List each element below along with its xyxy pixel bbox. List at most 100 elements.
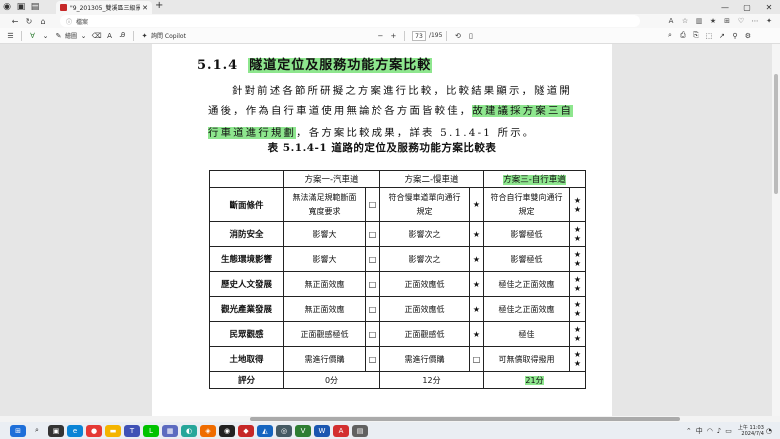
save-as-icon[interactable]: ⬚: [702, 32, 715, 40]
search-icon[interactable]: ⌕: [663, 31, 676, 40]
app-icon[interactable]: ▦: [162, 424, 178, 437]
app-icon[interactable]: V: [295, 424, 311, 437]
print-icon[interactable]: ⎙: [676, 31, 689, 40]
volume-icon[interactable]: ♪: [717, 427, 721, 435]
workspaces-icon[interactable]: ▣: [14, 0, 28, 14]
profile-icon[interactable]: ◉: [0, 0, 14, 14]
favorites-list-icon[interactable]: ★: [706, 14, 720, 28]
add-text-icon[interactable]: Ꭿ: [116, 31, 129, 40]
edge-icon[interactable]: e: [67, 424, 83, 437]
app-icon[interactable]: ▤: [352, 424, 368, 437]
mark-star: ★: [469, 321, 484, 347]
contents-icon[interactable]: ☰: [4, 32, 17, 40]
address-bar-row: ← ↻ ⌂ ⓘ 檔案 A ☆ ▥ ★ ⊞ ♡ ⋯ ✦: [0, 14, 780, 28]
minimize-button[interactable]: —: [714, 0, 736, 14]
maximize-button[interactable]: ▢: [736, 0, 758, 14]
address-input[interactable]: ⓘ 檔案: [60, 15, 640, 27]
highlight-icon[interactable]: ∀: [26, 32, 39, 40]
dropdown-icon[interactable]: ⌄: [39, 32, 52, 40]
word-icon[interactable]: W: [314, 424, 330, 437]
draw-icon[interactable]: ✎: [52, 32, 65, 40]
close-window-button[interactable]: ✕: [758, 0, 780, 14]
share-icon[interactable]: ↗: [715, 32, 728, 40]
dropdown-icon[interactable]: ⌄: [77, 32, 90, 40]
url-text: 檔案: [76, 18, 89, 26]
read-aloud-icon[interactable]: A: [664, 14, 678, 28]
favorite-icon[interactable]: ☆: [678, 14, 692, 28]
zoom-out-icon[interactable]: −: [374, 32, 387, 40]
task-view-icon[interactable]: ▣: [48, 424, 64, 437]
clock[interactable]: 上午 11:03 2024/7/4: [738, 425, 764, 437]
more-icon[interactable]: ⋯: [748, 14, 762, 28]
header-option-2: 方案二-慢車道: [379, 170, 484, 188]
tab-actions-icon[interactable]: ▤: [28, 0, 42, 14]
page-number-input[interactable]: 73: [411, 30, 426, 41]
browser-tools: A ☆ ▥ ★ ⊞ ♡ ⋯ ✦: [664, 14, 776, 28]
mark-empty-box: □: [365, 296, 380, 322]
table-row: 歷史人文發展 無正面效應 □ 正面效應低 ★ 極佳之正面效應 ★★: [209, 271, 586, 297]
mark-star: ★: [469, 246, 484, 272]
notification-icon[interactable]: ◔: [766, 427, 772, 435]
app-icon[interactable]: ◉: [219, 424, 235, 437]
mark-empty-box: □: [365, 321, 380, 347]
wifi-icon[interactable]: ◠: [707, 427, 713, 435]
file-explorer-icon[interactable]: ▬: [105, 424, 121, 437]
teams-icon[interactable]: T: [124, 424, 140, 437]
start-icon[interactable]: ⊞: [10, 424, 26, 437]
table-row: 消防安全 影響大 □ 影響次之 ★ 影響極低 ★★: [209, 221, 586, 247]
copilot-small-icon[interactable]: ✦: [138, 32, 151, 40]
section-number: 5.1.4: [197, 58, 239, 73]
zoom-in-icon[interactable]: +: [387, 32, 400, 40]
pdf-app-icon[interactable]: A: [333, 424, 349, 437]
copilot-icon[interactable]: ✦: [762, 14, 776, 28]
pdf-page: 5.1.4 隧道定位及服務功能方案比較 針對前述各節所研擬之方案進行比較，比較結果…: [152, 44, 612, 416]
header-option-1: 方案一-汽車道: [283, 170, 380, 188]
mark-star: ★: [469, 296, 484, 322]
app-icon[interactable]: ◆: [238, 424, 254, 437]
copilot-label[interactable]: 詢問 Copilot: [151, 31, 186, 40]
mark-star: ★: [469, 221, 484, 247]
page-view-icon[interactable]: ▯: [464, 32, 477, 40]
split-screen-icon[interactable]: ▥: [692, 14, 706, 28]
section-heading: 5.1.4 隧道定位及服務功能方案比較: [197, 54, 433, 73]
rotate-icon[interactable]: ⟲: [451, 32, 464, 40]
chevron-up-icon[interactable]: ⌃: [686, 427, 692, 435]
mark-double-star: ★★: [569, 271, 586, 297]
app-icon[interactable]: ◐: [181, 424, 197, 437]
new-tab-button[interactable]: +: [155, 0, 163, 11]
score-label: 評分: [209, 371, 284, 389]
browser-essentials-icon[interactable]: ♡: [734, 14, 748, 28]
line-icon[interactable]: L: [143, 424, 159, 437]
vertical-scrollbar[interactable]: [772, 44, 780, 416]
tab-close-icon[interactable]: ✕: [142, 4, 148, 12]
pdf-viewer[interactable]: 5.1.4 隧道定位及服務功能方案比較 針對前述各節所研擬之方案進行比較，比較結果…: [0, 44, 780, 416]
search-taskbar-icon[interactable]: ⌕: [29, 425, 45, 437]
battery-icon[interactable]: ▭: [725, 427, 732, 435]
settings-icon[interactable]: ⚙: [741, 32, 754, 40]
back-icon[interactable]: ←: [8, 17, 22, 26]
draw-label[interactable]: 繪圖: [65, 31, 77, 40]
taskbar: ⊞ ⌕ ▣ e ● ▬ T L ▦ ◐ ◈ ◉ ◆ ◭ ◎ V W A ▤: [0, 422, 780, 439]
mark-double-star: ★★: [569, 221, 586, 247]
header-option-3: 方案三-自行車道: [483, 170, 586, 188]
highlighted-text: 故建議採方案三自: [472, 105, 574, 117]
language-icon[interactable]: 中: [696, 426, 703, 436]
info-icon[interactable]: ⓘ: [66, 17, 72, 26]
app-icon[interactable]: ◈: [200, 424, 216, 437]
home-icon[interactable]: ⌂: [36, 17, 50, 26]
collections-icon[interactable]: ⊞: [720, 14, 734, 28]
chrome-icon[interactable]: ●: [86, 424, 102, 437]
app-icon[interactable]: ◭: [257, 424, 273, 437]
table-row: 觀光產業發展 無正面效應 □ 正面效應低 ★ 極佳之正面效應 ★★: [209, 296, 586, 322]
save-icon[interactable]: ⎘: [689, 31, 702, 40]
mark-double-star: ★★: [569, 246, 586, 272]
highlighted-text: 行車道進行規劃: [208, 127, 297, 139]
mark-double-star: ★★: [569, 187, 586, 222]
tab-pdf[interactable]: "9_201305_雙溪區三級景與附… ✕: [56, 1, 152, 14]
eraser-icon[interactable]: ⌫: [90, 32, 103, 40]
app-icon[interactable]: ◎: [276, 424, 292, 437]
text-icon[interactable]: A: [103, 32, 116, 40]
score-option-2: 12分: [379, 371, 484, 389]
refresh-icon[interactable]: ↻: [22, 17, 36, 26]
pin-icon[interactable]: ⚲: [728, 32, 741, 40]
